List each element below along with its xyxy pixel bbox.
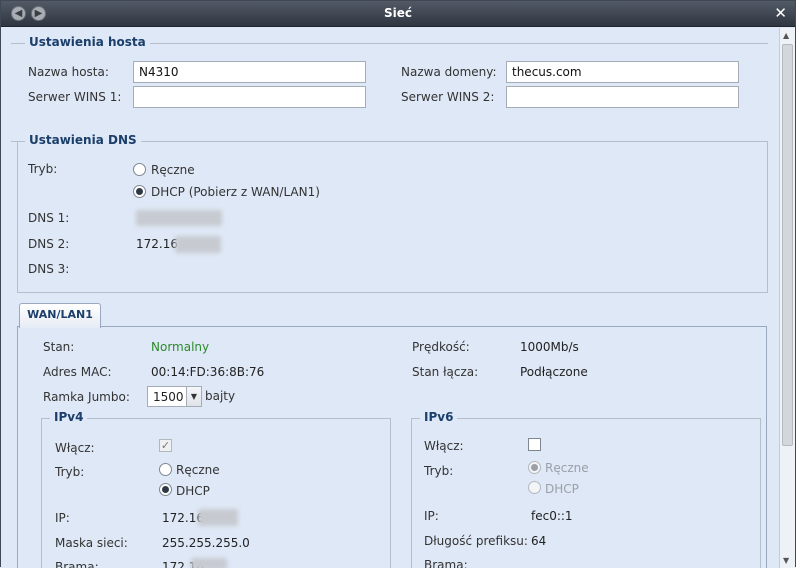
ipv4-legend: IPv4: [50, 410, 88, 424]
domain-input[interactable]: [506, 61, 739, 83]
scrollbar-thumb[interactable]: [782, 44, 793, 446]
window-title: Sieć: [383, 6, 412, 20]
ipv4-ip-redaction: [198, 509, 238, 526]
title-bar: ◀ ▶ Sieć ✕: [1, 1, 795, 27]
dns1-label: DNS 1:: [28, 211, 70, 225]
ipv6-prefix-value: 64: [531, 534, 547, 548]
dns-dhcp-label: DHCP (Pobierz z WAN/LAN1): [151, 185, 320, 199]
ipv4-mask-label: Maska sieci:: [55, 536, 128, 550]
jumbo-unit: bajty: [205, 389, 236, 403]
ipv4-mask-value: 255.255.255.0: [162, 536, 250, 550]
speed-value: 1000Mb/s: [520, 340, 579, 354]
wins1-input[interactable]: [133, 86, 366, 108]
ipv6-dhcp-label: DHCP: [545, 482, 579, 496]
ipv6-prefix-label: Długość prefiksu:: [424, 534, 528, 548]
dns-settings-frame: [17, 142, 768, 293]
host-settings-legend: Ustawienia hosta: [25, 35, 150, 49]
speed-label: Prędkość:: [412, 340, 470, 354]
vertical-scrollbar[interactable]: ▲ ▼: [779, 28, 795, 568]
ipv6-enable-checkbox[interactable]: [528, 438, 541, 451]
domain-label: Nazwa domeny:: [401, 65, 497, 79]
dns3-label: DNS 3:: [28, 262, 70, 276]
dns2-redaction: [175, 236, 221, 253]
ipv4-dhcp-radio[interactable]: [159, 483, 172, 496]
scroll-up-icon[interactable]: ▲: [783, 31, 789, 40]
status-label: Stan:: [43, 340, 75, 354]
ipv4-dhcp-label: DHCP: [176, 484, 210, 498]
hostname-input[interactable]: [133, 61, 366, 83]
jumbo-frame-select[interactable]: 1500 ▼: [147, 386, 202, 407]
jumbo-frame-value: 1500: [153, 390, 184, 404]
mac-value: 00:14:FD:36:8B:76: [151, 365, 265, 379]
ipv6-manual-radio[interactable]: [528, 461, 541, 474]
dns-dhcp-radio[interactable]: [133, 185, 146, 198]
ipv6-dhcp-radio[interactable]: [528, 481, 541, 494]
scroll-down-icon[interactable]: ▼: [783, 556, 789, 565]
ipv4-enable-label: Włącz:: [55, 441, 95, 455]
ipv6-mode-label: Tryb:: [424, 464, 454, 478]
hostname-label: Nazwa hosta:: [28, 65, 109, 79]
dns-manual-radio[interactable]: [133, 163, 146, 176]
ipv6-ip-label: IP:: [424, 509, 439, 523]
dns-manual-label: Ręczne: [151, 163, 195, 177]
link-value: Podłączone: [520, 365, 588, 379]
ipv4-mode-label: Tryb:: [55, 465, 85, 479]
jumbo-label: Ramka Jumbo:: [43, 390, 130, 404]
link-label: Stan łącza:: [412, 365, 479, 379]
status-value: Normalny: [151, 340, 210, 354]
ipv4-ip-label: IP:: [55, 511, 70, 525]
wins1-label: Serwer WINS 1:: [28, 90, 122, 104]
wins2-label: Serwer WINS 2:: [401, 90, 495, 104]
close-icon[interactable]: ✕: [774, 5, 787, 21]
network-settings-window: ◀ ▶ Sieć ✕ Ustawienia hosta Nazwa hosta:…: [0, 0, 796, 568]
ipv4-manual-radio[interactable]: [159, 463, 172, 476]
ipv6-manual-label: Ręczne: [545, 461, 589, 475]
ipv4-enable-checkbox[interactable]: ✓: [159, 439, 172, 452]
ipv4-manual-label: Ręczne: [176, 463, 220, 477]
mac-label: Adres MAC:: [43, 365, 112, 379]
dns-mode-label: Tryb:: [28, 162, 58, 176]
ipv6-legend: IPv6: [420, 410, 458, 424]
ipv6-enable-label: Włącz:: [424, 439, 464, 453]
dns2-label: DNS 2:: [28, 237, 70, 251]
chevron-down-icon[interactable]: ▼: [186, 387, 201, 406]
interface-tab-strip: WAN/LAN1: [17, 297, 767, 328]
tab-wan-lan1[interactable]: WAN/LAN1: [19, 303, 101, 328]
ipv6-ip-value: fec0::1: [531, 509, 573, 523]
dns1-redaction: [136, 210, 222, 226]
settings-content: Ustawienia hosta Nazwa hosta: Nazwa dome…: [1, 28, 779, 568]
wins2-input[interactable]: [506, 86, 739, 108]
